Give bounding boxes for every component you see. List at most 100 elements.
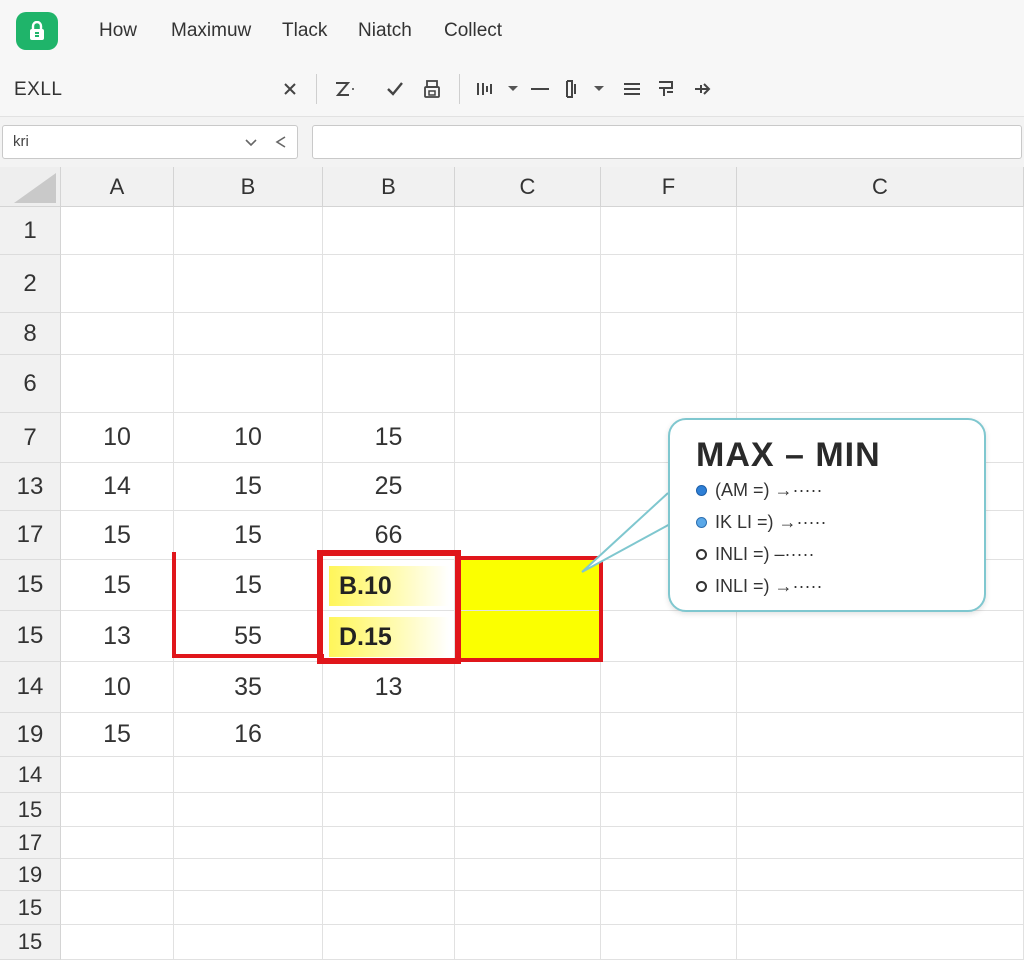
chevron-down-icon[interactable] [241,132,261,152]
chart-icon[interactable] [652,74,680,104]
row-header[interactable]: 17 [0,511,61,560]
chevron-down-icon[interactable] [499,74,527,104]
table-cell[interactable] [61,757,174,793]
table-cell[interactable] [174,207,323,255]
table-cell[interactable] [737,713,1024,757]
row-header[interactable]: 15 [0,611,61,662]
formula-input[interactable] [312,125,1022,159]
row-header[interactable]: 2 [0,255,61,313]
table-cell[interactable] [601,827,737,859]
table-cell[interactable] [174,757,323,793]
table-cell[interactable] [174,891,323,925]
table-cell[interactable] [174,827,323,859]
column-header[interactable]: B [323,167,455,207]
table-cell[interactable] [323,313,455,355]
table-cell[interactable]: 15 [323,413,455,463]
menu-item-collect[interactable]: Collect [444,20,502,42]
table-cell[interactable] [601,793,737,827]
table-cell[interactable]: 15 [61,560,174,611]
table-cell[interactable] [737,255,1024,313]
app-logo[interactable] [16,12,58,50]
table-cell[interactable] [601,925,737,960]
table-cell[interactable] [455,662,601,713]
select-all-corner[interactable] [0,167,61,207]
table-cell[interactable] [455,255,601,313]
table-cell[interactable]: 16 [174,713,323,757]
table-cell[interactable] [61,355,174,413]
table-cell[interactable] [455,925,601,960]
table-cell[interactable]: 13 [323,662,455,713]
table-cell[interactable] [61,255,174,313]
table-cell[interactable]: 66 [323,511,455,560]
text-format-icon[interactable] [330,74,358,104]
table-cell[interactable] [455,713,601,757]
table-cell[interactable] [323,925,455,960]
table-cell[interactable]: 25 [323,463,455,511]
table-cell[interactable] [323,757,455,793]
table-cell[interactable] [601,757,737,793]
table-cell[interactable] [601,313,737,355]
table-cell[interactable] [61,859,174,891]
table-cell[interactable] [455,793,601,827]
columns-icon[interactable] [471,74,499,104]
menu-item-how[interactable]: How [99,20,137,42]
table-cell[interactable] [601,713,737,757]
lines-icon[interactable] [618,74,646,104]
table-cell[interactable] [61,793,174,827]
table-cell[interactable] [601,207,737,255]
table-cell[interactable] [601,255,737,313]
column-header[interactable]: F [601,167,737,207]
table-cell[interactable] [455,827,601,859]
column-header[interactable]: A [61,167,174,207]
table-cell[interactable] [455,859,601,891]
table-cell[interactable]: 14 [61,463,174,511]
row-header[interactable]: 17 [0,827,61,859]
table-cell[interactable] [737,662,1024,713]
table-cell[interactable] [61,925,174,960]
table-cell[interactable] [323,355,455,413]
table-cell[interactable] [174,313,323,355]
menu-item-tlack[interactable]: Tlack [282,20,327,42]
table-cell[interactable] [455,611,601,662]
chevron-down-icon[interactable] [585,74,613,104]
row-header[interactable]: 19 [0,713,61,757]
table-cell[interactable] [61,891,174,925]
table-cell[interactable] [601,611,737,662]
table-cell[interactable]: 15 [174,560,323,611]
table-cell[interactable] [455,355,601,413]
table-cell[interactable] [323,713,455,757]
row-header[interactable]: 15 [0,793,61,827]
table-cell[interactable] [455,757,601,793]
table-cell[interactable] [455,463,601,511]
table-cell[interactable]: 15 [61,511,174,560]
table-cell[interactable]: 55 [174,611,323,662]
table-cell[interactable] [737,891,1024,925]
menu-item-niatch[interactable]: Niatch [358,20,412,42]
table-cell[interactable] [61,827,174,859]
table-cell[interactable] [737,207,1024,255]
table-cell[interactable] [601,662,737,713]
table-cell[interactable] [455,207,601,255]
row-header[interactable]: 13 [0,463,61,511]
table-cell[interactable] [323,859,455,891]
table-cell[interactable] [323,793,455,827]
menu-item-maximuw[interactable]: Maximuw [171,20,251,42]
table-cell[interactable] [601,355,737,413]
table-cell[interactable] [737,827,1024,859]
column-header[interactable]: B [174,167,323,207]
table-cell[interactable] [323,255,455,313]
column-header[interactable]: C [737,167,1024,207]
row-header[interactable]: 15 [0,560,61,611]
arrow-icon[interactable] [689,74,717,104]
table-cell[interactable] [323,891,455,925]
table-cell[interactable]: 10 [61,662,174,713]
row-header[interactable]: 15 [0,891,61,925]
table-cell[interactable] [601,859,737,891]
table-cell[interactable] [737,611,1024,662]
row-header[interactable]: 6 [0,355,61,413]
name-box[interactable]: kri [2,125,298,159]
table-cell[interactable] [174,859,323,891]
table-cell[interactable] [61,313,174,355]
table-cell[interactable]: 15 [174,511,323,560]
table-cell[interactable] [61,207,174,255]
